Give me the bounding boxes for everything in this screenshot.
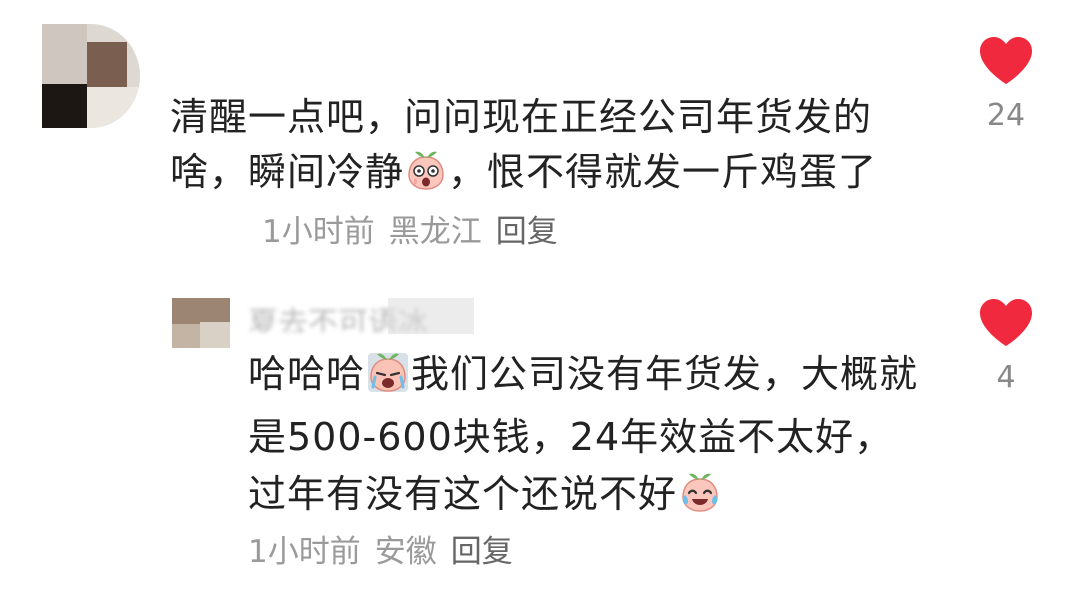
crying-peach-emoji-icon — [367, 349, 409, 409]
reply-text: 哈哈哈 我们公司没有年货发，大概就是500-600块钱，24年效益不太好，过年有… — [248, 346, 928, 529]
shocked-peach-emoji-icon — [406, 149, 446, 206]
reply-reply-button[interactable]: 回复 — [451, 534, 513, 570]
reply-meta: 1小时前 安徽 回复 — [248, 526, 527, 571]
comment-time: 1小时前 — [262, 214, 375, 250]
replier-avatar[interactable] — [172, 298, 230, 348]
username-blur-mask — [388, 298, 474, 334]
reply-like-count: 4 — [996, 360, 1016, 395]
comment-text-part2: ，恨不得就发一斤鸡蛋了 — [448, 150, 878, 194]
heart-icon[interactable] — [978, 298, 1034, 348]
reply-time: 1小时前 — [248, 534, 361, 570]
heart-icon[interactable] — [978, 36, 1034, 86]
comment-location: 黑龙江 — [388, 214, 482, 250]
comment-like-button[interactable]: 24 — [976, 36, 1036, 133]
reply-like-button[interactable]: 4 — [976, 298, 1036, 395]
reply-location: 安徽 — [374, 534, 437, 570]
comment-reply-button[interactable]: 回复 — [496, 214, 558, 250]
reply-text-part1: 哈哈哈 — [248, 352, 366, 396]
laugh-cry-peach-emoji-icon — [679, 471, 721, 529]
comment-text: 清醒一点吧，问问现在正经公司年货发的啥，瞬间冷静 ，恨不得就发一斤鸡蛋了 — [170, 90, 910, 206]
comment-meta: 1小时前 黑龙江 回复 — [262, 206, 572, 251]
comment-like-count: 24 — [986, 98, 1026, 133]
commenter-avatar[interactable] — [42, 24, 140, 128]
